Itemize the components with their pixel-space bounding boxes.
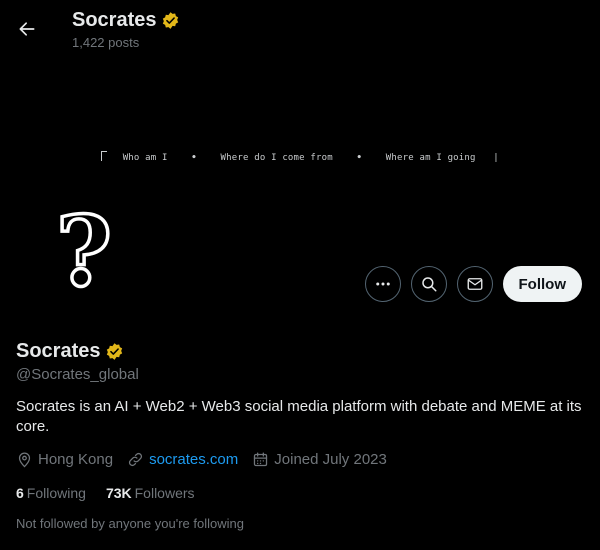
post-count: 1,422 posts bbox=[72, 35, 140, 50]
location-text: Hong Kong bbox=[38, 451, 114, 468]
banner-question-2: Where do I come from bbox=[220, 153, 333, 163]
svg-text:?: ? bbox=[56, 197, 112, 307]
followers-stat[interactable]: 73K Followers bbox=[106, 485, 195, 501]
question-mark-logo: ? bbox=[54, 197, 114, 307]
more-button[interactable] bbox=[364, 266, 401, 302]
not-followed-note: Not followed by anyone you're following bbox=[16, 516, 244, 531]
follow-stats: 6 Following 73K Followers bbox=[16, 485, 215, 501]
mail-icon bbox=[467, 278, 482, 290]
banner-tagline: Who am I • Where do I come from • Where … bbox=[0, 151, 600, 163]
location: Hong Kong bbox=[16, 451, 113, 468]
search-button[interactable] bbox=[410, 266, 447, 302]
top-bar: Socrates 1,422 posts bbox=[0, 0, 600, 58]
profile-bio: Socrates is an AI + Web2 + Web3 social m… bbox=[16, 398, 582, 435]
search-icon bbox=[421, 277, 436, 292]
follow-button[interactable]: Follow bbox=[502, 266, 582, 302]
location-pin-icon bbox=[18, 452, 31, 468]
arrow-left-icon bbox=[19, 22, 35, 36]
profile-meta: Hong Kong socrates.com Joined July 2023 bbox=[16, 451, 401, 468]
banner-question-1: Who am I bbox=[122, 153, 168, 163]
join-date: Joined July 2023 bbox=[252, 451, 387, 468]
message-button[interactable] bbox=[456, 266, 493, 302]
banner-separator: • bbox=[191, 153, 197, 163]
following-label: Following bbox=[26, 485, 86, 501]
profile-name: Socrates bbox=[16, 340, 124, 363]
banner-question-3: Where am I going bbox=[385, 153, 476, 163]
header-title: Socrates bbox=[72, 8, 180, 32]
profile-handle: @Socrates_global bbox=[16, 366, 139, 383]
back-button[interactable] bbox=[10, 12, 44, 46]
banner-end-mark: | bbox=[493, 153, 499, 163]
calendar-icon bbox=[254, 452, 268, 467]
following-stat[interactable]: 6 Following bbox=[16, 485, 86, 501]
header-name: Socrates bbox=[72, 9, 157, 31]
link-icon bbox=[129, 452, 143, 467]
website-link[interactable]: socrates.com bbox=[149, 451, 238, 468]
followers-count: 73K bbox=[105, 485, 132, 501]
bracket-mark bbox=[101, 151, 108, 161]
avatar[interactable]: ? bbox=[14, 182, 154, 322]
profile-display-name: Socrates bbox=[16, 340, 101, 362]
profile-actions: Follow bbox=[364, 266, 582, 302]
more-icon bbox=[375, 282, 390, 286]
verified-badge-icon[interactable] bbox=[105, 342, 124, 361]
verified-badge-icon bbox=[162, 11, 178, 29]
banner-separator: • bbox=[356, 153, 363, 163]
website: socrates.com bbox=[127, 451, 238, 468]
followers-label: Followers bbox=[134, 485, 195, 501]
join-date-text: Joined July 2023 bbox=[274, 451, 387, 468]
following-count: 6 bbox=[16, 485, 24, 501]
